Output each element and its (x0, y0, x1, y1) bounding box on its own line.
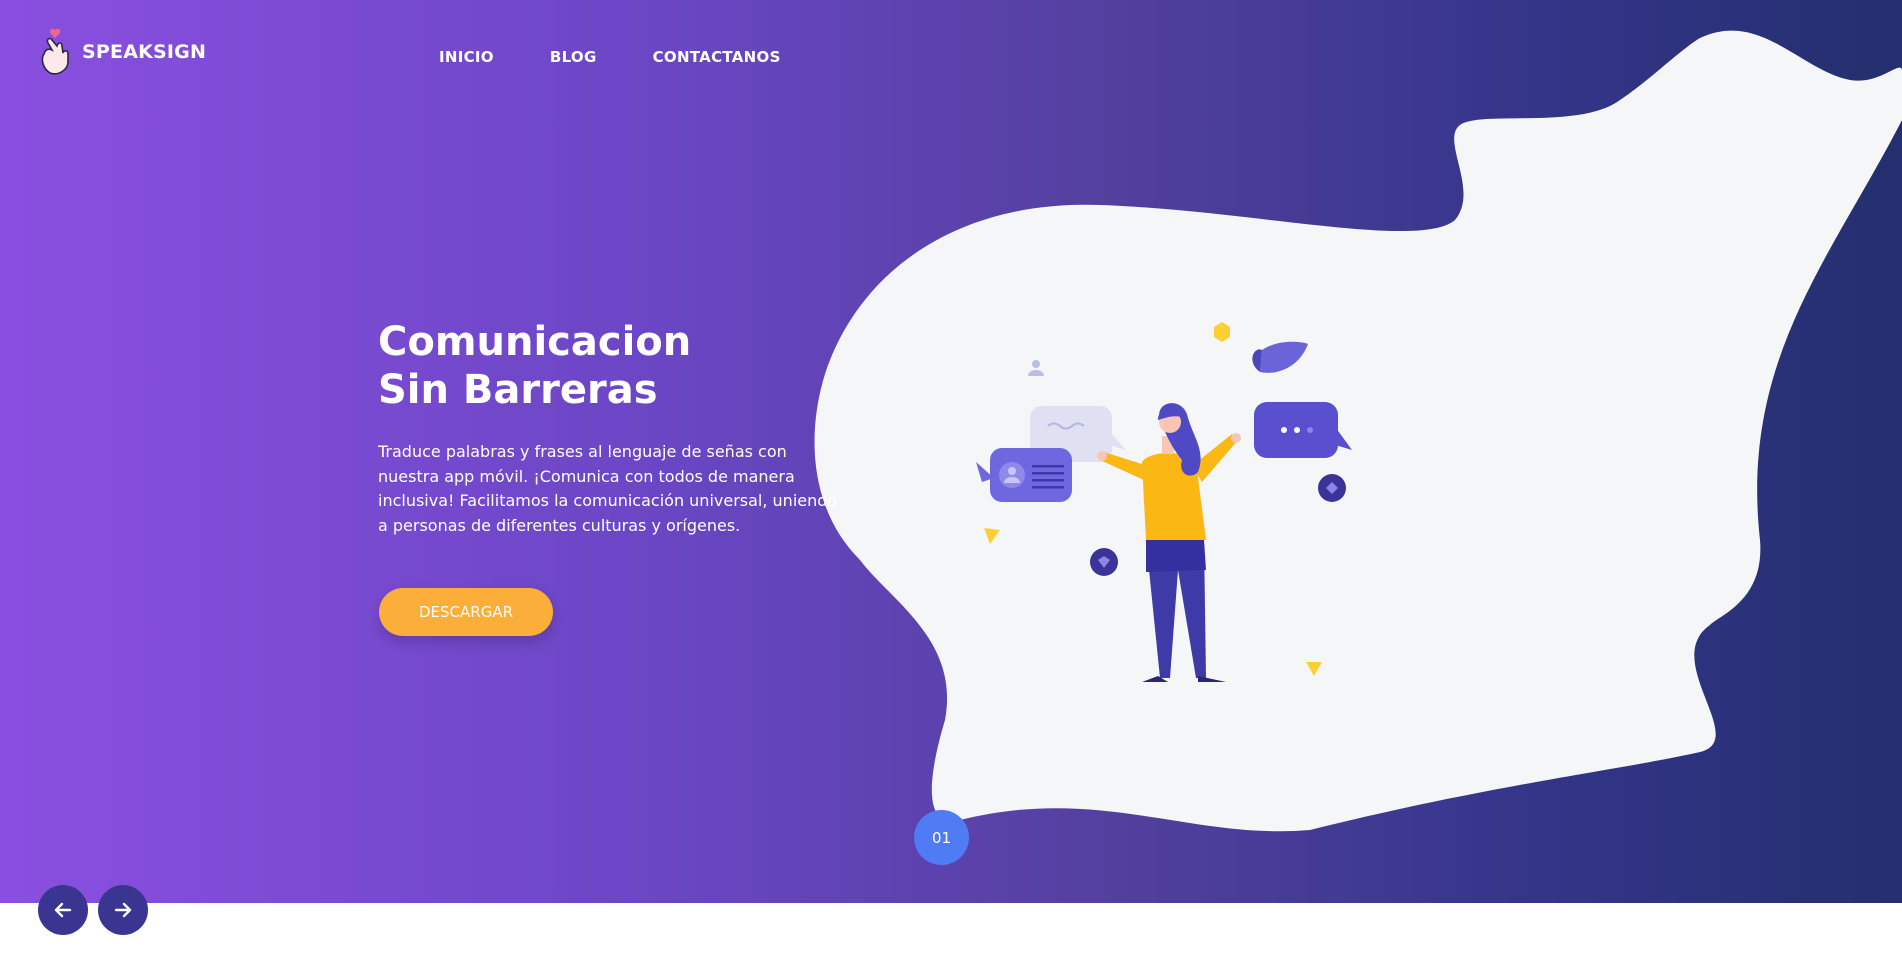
arrow-left-icon (54, 902, 72, 918)
arrow-right-icon (114, 902, 132, 918)
brand-logo[interactable]: SPEAKSIGN (38, 28, 206, 76)
previous-slide-button[interactable] (38, 885, 88, 935)
nav-contactanos[interactable]: CONTACTANOS (653, 48, 781, 66)
next-slide-button[interactable] (98, 885, 148, 935)
hero-title: Comunicacion Sin Barreras (378, 318, 691, 414)
hand-heart-icon (41, 28, 69, 75)
hero-title-line-1: Comunicacion (378, 319, 692, 365)
person-illustration (976, 322, 1352, 682)
hero-section: SPEAKSIGN INICIO BLOG CONTACTANOS Comuni… (0, 0, 1902, 903)
hero-description: Traduce palabras y frases al lenguaje de… (378, 442, 838, 535)
main-nav: INICIO BLOG CONTACTANOS (439, 48, 837, 66)
background-blob (814, 30, 1902, 832)
slide-number-badge: 01 (914, 810, 969, 865)
nav-blog[interactable]: BLOG (550, 48, 597, 66)
brand-name: SPEAKSIGN (82, 41, 207, 63)
nav-inicio[interactable]: INICIO (439, 48, 494, 66)
download-button[interactable]: DESCARGAR (379, 588, 553, 636)
hero-title-line-2: Sin Barreras (378, 367, 658, 413)
